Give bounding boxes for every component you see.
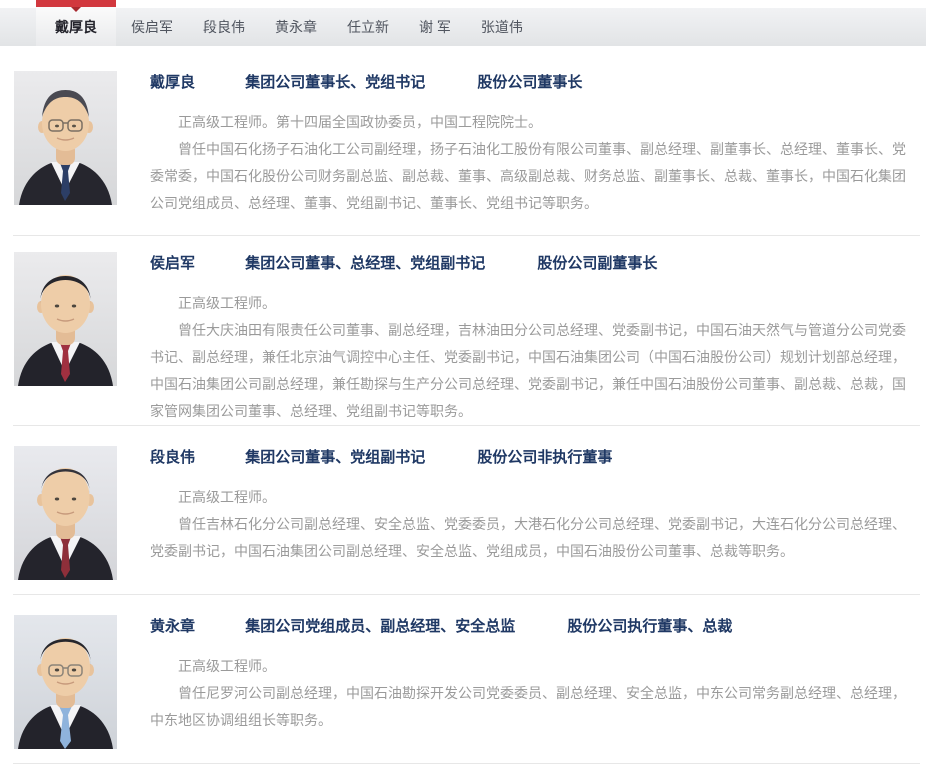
profile-bio: 正高级工程师。 曾任大庆油田有限责任公司董事、副总经理，吉林油田分公司总经理、党… (150, 290, 906, 425)
active-tab-arrow-icon (71, 7, 81, 12)
bio-career: 曾任大庆油田有限责任公司董事、副总经理，吉林油田分公司总经理、党委副书记，中国石… (150, 317, 906, 425)
page: { "colors":{ "accent_red":"#d2383e", "ac… (0, 0, 926, 757)
bio-intro: 正高级工程师。第十四届全国政协委员，中国工程院院士。 (150, 109, 906, 136)
tab-label: 黄永章 (275, 19, 317, 35)
bio-intro: 正高级工程师。 (150, 484, 906, 511)
profile-name: 黄永章 (150, 618, 195, 635)
profile-info: 侯启军 集团公司董事、总经理、党组副书记 股份公司副董事长 正高级工程师。 曾任… (150, 252, 916, 425)
tab-duan-liangwei[interactable]: 段良伟 (188, 8, 260, 46)
profile-photo (14, 615, 117, 749)
tab-label: 戴厚良 (55, 19, 97, 35)
executive-tabbar: 戴厚良 侯启军 段良伟 黄永章 任立新 谢 军 张道伟 (0, 0, 926, 46)
tab-huang-yongzhang[interactable]: 黄永章 (260, 8, 332, 46)
tab-xie-jun[interactable]: 谢 军 (404, 8, 466, 46)
profile-photo (14, 446, 117, 580)
tab-dai-houliang[interactable]: 戴厚良 (36, 0, 116, 46)
profile-bio: 正高级工程师。 曾任吉林石化分公司副总经理、安全总监、党委委员，大港石化分公司总… (150, 484, 906, 565)
profile-stock-title: 股份公司副董事长 (537, 255, 657, 272)
profile-bio: 正高级工程师。第十四届全国政协委员，中国工程院院士。 曾任中国石化扬子石油化工公… (150, 109, 906, 217)
profile-section-dai-houliang: 戴厚良 集团公司董事长、党组书记 股份公司董事长 正高级工程师。第十四届全国政协… (0, 46, 926, 235)
bio-intro: 正高级工程师。 (150, 290, 906, 317)
bio-intro: 正高级工程师。 (150, 653, 906, 680)
bio-career: 曾任吉林石化分公司副总经理、安全总监、党委委员，大港石化分公司总经理、党委副书记… (150, 511, 906, 565)
portrait-image (14, 71, 117, 205)
tab-label: 谢 军 (419, 19, 451, 35)
profile-stock-title: 股份公司非执行董事 (477, 449, 612, 466)
tab-hou-qijun[interactable]: 侯启军 (116, 8, 188, 46)
profile-header: 戴厚良 集团公司董事长、党组书记 股份公司董事长 (150, 71, 906, 93)
portrait-image (14, 615, 117, 749)
profile-stock-title: 股份公司董事长 (477, 74, 582, 91)
tab-zhang-daowei[interactable]: 张道伟 (466, 8, 538, 46)
profile-group-title: 集团公司董事、总经理、党组副书记 (245, 255, 485, 272)
profile-group-title: 集团公司董事、党组副书记 (245, 449, 425, 466)
profile-header: 黄永章 集团公司党组成员、副总经理、安全总监 股份公司执行董事、总裁 (150, 615, 906, 637)
profile-stock-title: 股份公司执行董事、总裁 (567, 618, 732, 635)
portrait-image (14, 446, 117, 580)
profile-bio: 正高级工程师。 曾任尼罗河公司副总经理，中国石油勘探开发公司党委委员、副总经理、… (150, 653, 906, 734)
profile-photo (14, 252, 117, 386)
profile-section-duan-liangwei: 段良伟 集团公司董事、党组副书记 股份公司非执行董事 正高级工程师。 曾任吉林石… (0, 426, 926, 594)
profile-name: 侯启军 (150, 255, 195, 272)
profile-group-title: 集团公司董事长、党组书记 (245, 74, 425, 91)
tab-label: 张道伟 (481, 19, 523, 35)
portrait-image (14, 252, 117, 386)
profile-group-title: 集团公司党组成员、副总经理、安全总监 (245, 618, 515, 635)
profile-photo (14, 71, 117, 205)
profile-info: 戴厚良 集团公司董事长、党组书记 股份公司董事长 正高级工程师。第十四届全国政协… (150, 71, 916, 217)
tab-label: 任立新 (347, 19, 389, 35)
profile-name: 段良伟 (150, 449, 195, 466)
tab-ren-lixin[interactable]: 任立新 (332, 8, 404, 46)
tab-label: 侯启军 (131, 19, 173, 35)
tab-label: 段良伟 (203, 19, 245, 35)
profile-name: 戴厚良 (150, 74, 195, 91)
profile-info: 黄永章 集团公司党组成员、副总经理、安全总监 股份公司执行董事、总裁 正高级工程… (150, 615, 916, 749)
bio-career: 曾任中国石化扬子石油化工公司副经理，扬子石油化工股份有限公司董事、副总经理、副董… (150, 136, 906, 217)
bio-career: 曾任尼罗河公司副总经理，中国石油勘探开发公司党委委员、副总经理、安全总监，中东公… (150, 680, 906, 734)
tab-list: 戴厚良 侯启军 段良伟 黄永章 任立新 谢 军 张道伟 (0, 0, 926, 46)
profile-header: 侯启军 集团公司董事、总经理、党组副书记 股份公司副董事长 (150, 252, 906, 274)
profile-section-hou-qijun: 侯启军 集团公司董事、总经理、党组副书记 股份公司副董事长 正高级工程师。 曾任… (0, 236, 926, 425)
profile-info: 段良伟 集团公司董事、党组副书记 股份公司非执行董事 正高级工程师。 曾任吉林石… (150, 446, 916, 580)
profile-section-huang-yongzhang: 黄永章 集团公司党组成员、副总经理、安全总监 股份公司执行董事、总裁 正高级工程… (0, 595, 926, 763)
profile-header: 段良伟 集团公司董事、党组副书记 股份公司非执行董事 (150, 446, 906, 468)
